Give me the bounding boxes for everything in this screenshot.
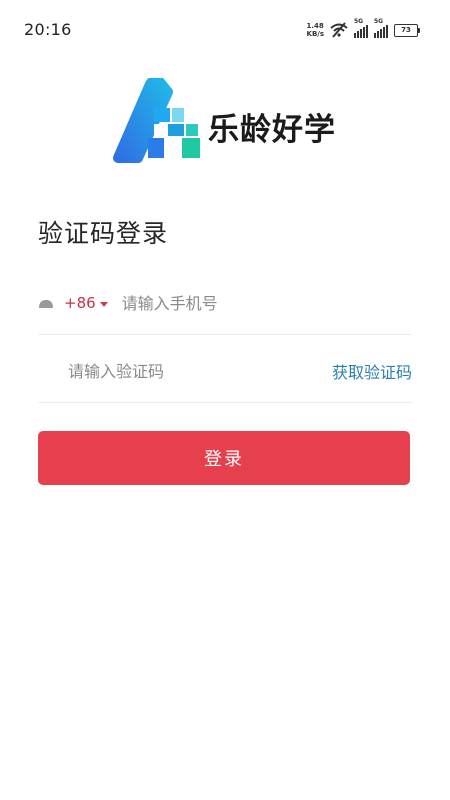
logo-block — [166, 138, 180, 158]
person-icon — [39, 300, 53, 308]
code-input-row: 获取验证码 — [38, 340, 412, 403]
no-wifi-icon — [330, 22, 348, 38]
letter-a-logo-icon — [113, 78, 200, 163]
status-time: 20:16 — [24, 20, 72, 39]
logo-block — [154, 108, 170, 122]
brand-name: 乐龄好学 — [208, 112, 336, 148]
status-icons: 1.48 KB/s 5G 5G 73 — [307, 18, 420, 42]
logo-block — [172, 108, 184, 122]
logo-block — [182, 138, 200, 158]
signal-bar — [360, 29, 362, 38]
signal-sim2-icon: 5G — [374, 18, 388, 38]
get-code-button[interactable]: 获取验证码 — [332, 359, 412, 383]
network-speed: 1.48 KB/s — [307, 22, 324, 38]
verification-code-input[interactable] — [38, 361, 332, 381]
login-button[interactable]: 登录 — [38, 431, 410, 485]
signal-bar — [383, 27, 385, 38]
status-bar: 20:16 1.48 KB/s 5G 5G 73 — [0, 0, 450, 52]
login-screen: 20:16 1.48 KB/s 5G 5G 73 乐龄好学 验证码登录 +86 … — [0, 0, 450, 800]
signal-bar — [357, 31, 359, 38]
logo-block — [186, 124, 198, 136]
sim1-network-label: 5G — [354, 18, 364, 25]
signal-bar — [377, 31, 379, 38]
phone-input[interactable] — [121, 293, 412, 313]
signal-sim1-icon: 5G — [354, 18, 368, 38]
battery-tip — [418, 27, 420, 33]
network-speed-value: 1.48 — [306, 22, 324, 30]
signal-bar — [374, 33, 376, 38]
logo-block — [148, 138, 164, 158]
phone-input-row: +86 — [38, 272, 412, 335]
sim2-network-label: 5G — [374, 18, 384, 25]
signal-bar — [366, 25, 368, 38]
network-speed-unit: KB/s — [306, 30, 324, 38]
country-code-selector[interactable]: +86 — [64, 294, 96, 312]
battery-level: 73 — [394, 23, 418, 37]
signal-bar — [363, 27, 365, 38]
logo-block — [154, 124, 166, 136]
signal-bar — [380, 29, 382, 38]
signal-bar — [386, 25, 388, 38]
signal-bar — [354, 33, 356, 38]
page-title: 验证码登录 — [38, 219, 169, 248]
logo-block — [168, 124, 184, 136]
caret-down-icon[interactable] — [99, 301, 108, 307]
battery-icon: 73 — [394, 23, 420, 37]
